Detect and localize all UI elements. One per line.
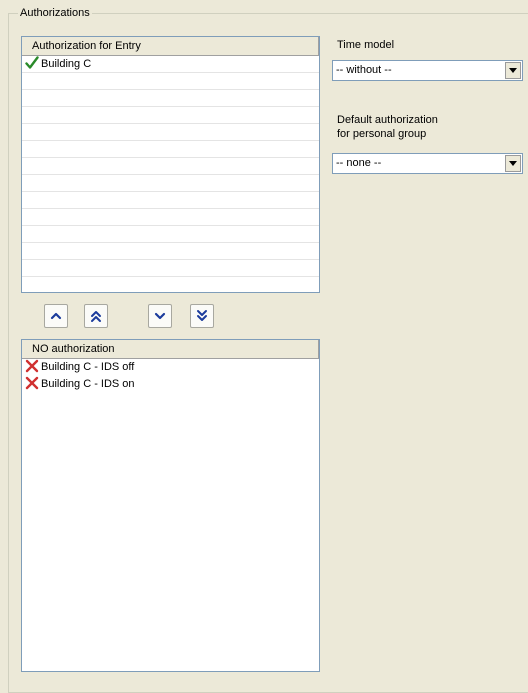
time-model-label: Time model [337, 39, 395, 51]
list-item-empty [22, 90, 319, 107]
time-model-dropdown-button[interactable] [505, 62, 521, 79]
default-auth-label-line1: Default authorization [337, 114, 438, 126]
chevron-down-icon [154, 312, 166, 320]
default-auth-select[interactable]: -- none -- [332, 153, 523, 174]
list-item-label: Building C - IDS on [41, 378, 135, 390]
double-chevron-down-icon [197, 310, 207, 321]
list-item[interactable]: Building C - IDS on [22, 376, 319, 393]
list-item-empty [22, 226, 319, 243]
list-item[interactable]: Building C [22, 56, 319, 73]
time-model-select[interactable]: -- without -- [332, 60, 523, 81]
default-auth-label-line2: for personal group [337, 128, 427, 140]
chevron-up-icon [50, 312, 62, 320]
list-item-empty [22, 260, 319, 277]
double-chevron-up-icon [91, 311, 101, 322]
authorized-list[interactable]: Authorization for Entry Building C [21, 36, 320, 293]
time-model-value: -- without -- [336, 64, 392, 76]
list-item-label: Building C - IDS off [41, 361, 135, 373]
default-auth-value: -- none -- [336, 157, 382, 169]
move-all-up-button[interactable] [84, 304, 108, 328]
authorized-list-header[interactable]: Authorization for Entry [22, 37, 319, 56]
list-item-empty [22, 243, 319, 260]
move-down-button[interactable] [148, 304, 172, 328]
list-item[interactable]: Building C - IDS off [22, 359, 319, 376]
list-item-empty [22, 175, 319, 192]
unauthorized-list-header[interactable]: NO authorization [22, 340, 319, 359]
list-item-empty [22, 209, 319, 226]
list-item-empty [22, 73, 319, 90]
checkmark-icon [25, 56, 39, 69]
list-item-label: Building C [41, 58, 92, 70]
default-auth-dropdown-button[interactable] [505, 155, 521, 172]
move-all-down-button[interactable] [190, 304, 214, 328]
dropdown-arrow-icon [509, 68, 517, 73]
move-up-button[interactable] [44, 304, 68, 328]
list-item-empty [22, 124, 319, 141]
cross-icon [25, 359, 39, 373]
list-item-empty [22, 192, 319, 209]
cross-icon [25, 376, 39, 390]
list-item-empty [22, 277, 319, 292]
dropdown-arrow-icon [509, 161, 517, 166]
unauthorized-list[interactable]: NO authorization Building C - IDS off Bu… [21, 339, 320, 672]
list-item-empty [22, 107, 319, 124]
group-title: Authorizations [18, 6, 92, 20]
list-item-empty [22, 158, 319, 175]
list-item-empty [22, 141, 319, 158]
